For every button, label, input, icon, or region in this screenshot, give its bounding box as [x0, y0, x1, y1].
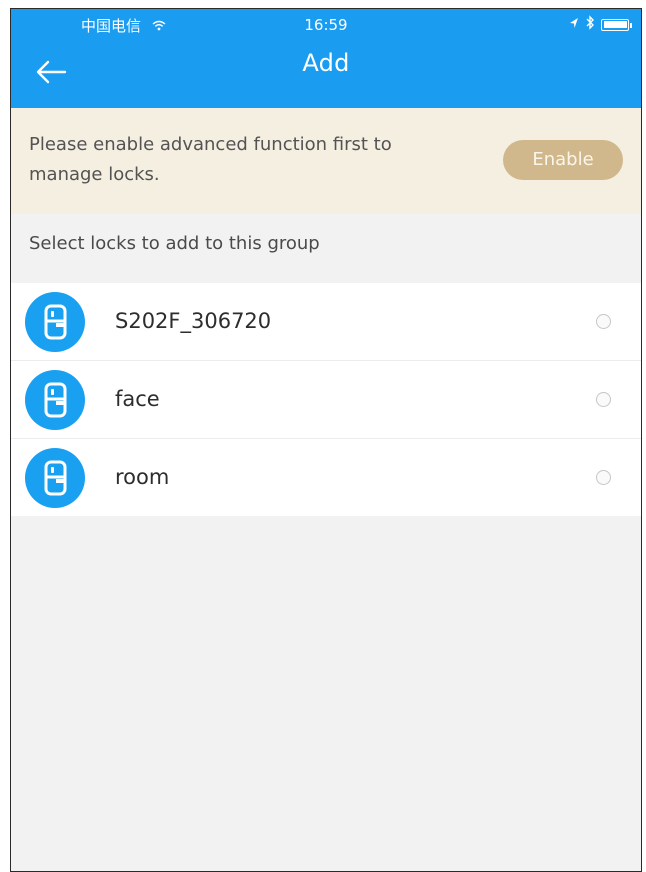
- lock-list-item[interactable]: room: [11, 439, 641, 516]
- notice-text: Please enable advanced function first to…: [29, 134, 392, 185]
- select-radio[interactable]: [596, 470, 611, 485]
- select-radio[interactable]: [596, 314, 611, 329]
- door-lock-icon: [25, 448, 85, 508]
- enable-button[interactable]: Enable: [503, 140, 623, 180]
- status-bar: 中国电信 16:59: [11, 9, 641, 43]
- door-lock-icon: [25, 292, 85, 352]
- advanced-function-notice: Please enable advanced function first to…: [11, 108, 641, 214]
- lock-list-item[interactable]: face: [11, 361, 641, 439]
- lock-name: face: [115, 387, 160, 411]
- battery-icon: [601, 18, 632, 31]
- phone-screen: 中国电信 16:59 Add Please enable advanced fu…: [10, 8, 642, 872]
- status-time: 16:59: [304, 16, 348, 34]
- lock-name: room: [115, 465, 170, 489]
- select-radio[interactable]: [596, 392, 611, 407]
- status-icons: [569, 15, 632, 34]
- lock-list: S202F_306720 face room: [11, 283, 641, 516]
- section-header: Select locks to add to this group: [29, 233, 320, 254]
- page-title: Add: [302, 49, 350, 77]
- lock-list-item[interactable]: S202F_306720: [11, 283, 641, 361]
- location-arrow-icon: [569, 17, 579, 33]
- bluetooth-icon: [585, 15, 595, 34]
- lock-name: S202F_306720: [115, 309, 272, 333]
- door-lock-icon: [25, 370, 85, 430]
- top-bar: 中国电信 16:59 Add: [11, 9, 641, 108]
